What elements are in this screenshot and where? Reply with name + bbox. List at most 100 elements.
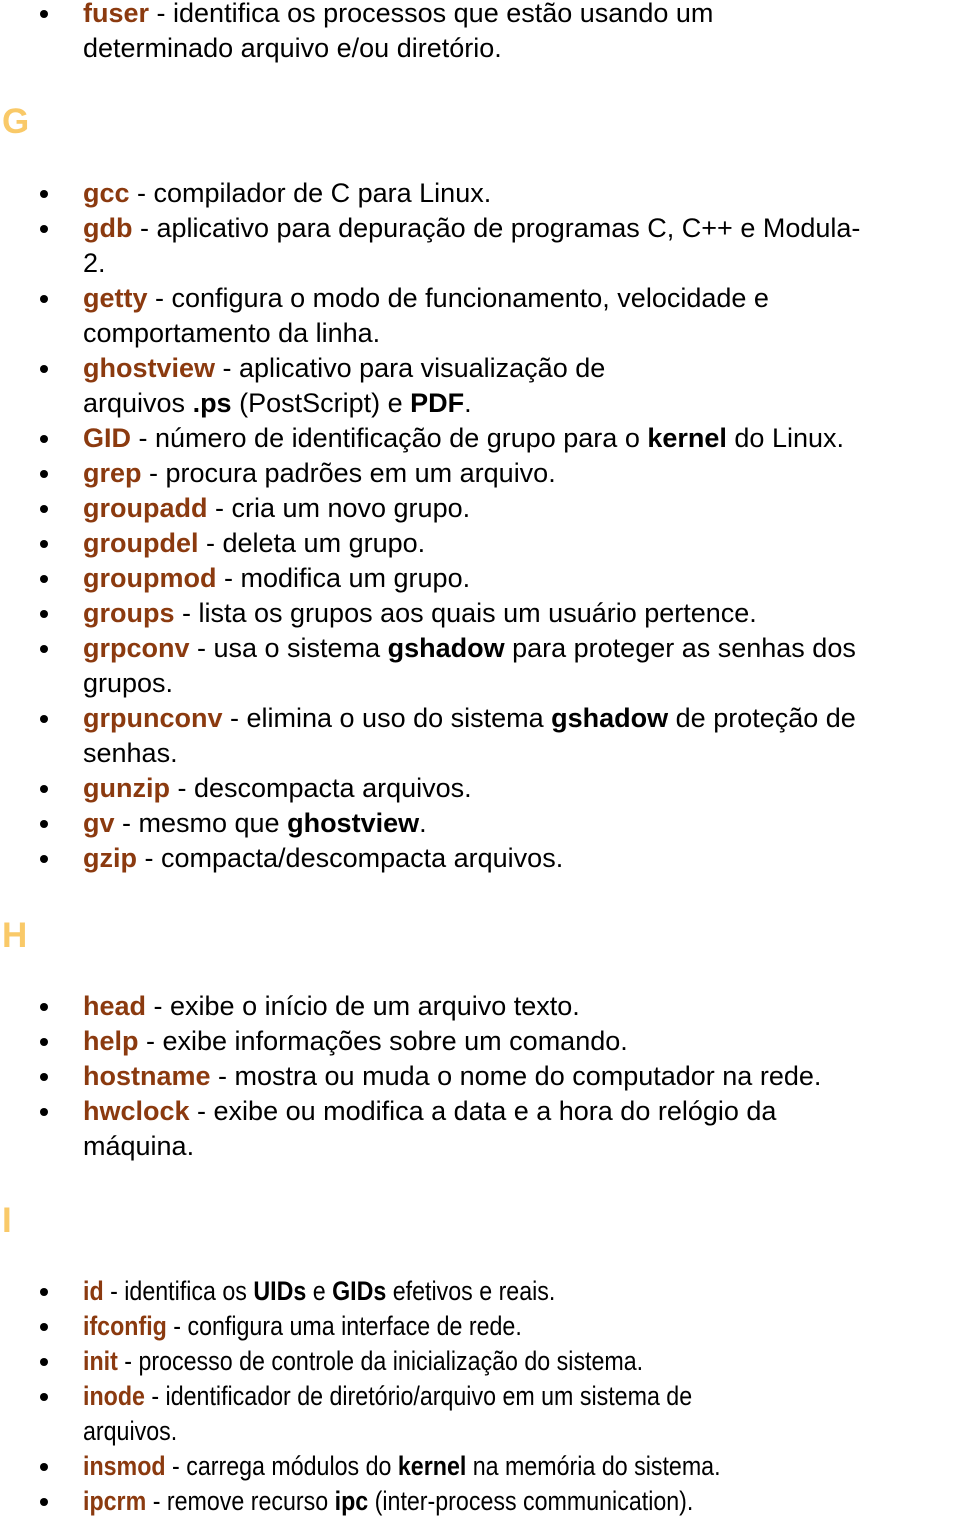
description: - descompacta arquivos. xyxy=(169,773,472,803)
bullet-icon xyxy=(40,225,48,233)
description: efetivos e reais. xyxy=(386,1276,556,1306)
term: groupmod xyxy=(83,563,217,593)
term: hwclock xyxy=(83,1096,190,1126)
description: - deleta um grupo. xyxy=(198,528,426,558)
description-cont: (PostScript) e xyxy=(231,388,411,418)
section-h-list: head - exibe o início de um arquivo text… xyxy=(0,989,960,1164)
bullet-icon xyxy=(40,575,48,583)
term: hostname xyxy=(83,1061,211,1091)
list-item: groupmod - modifica um grupo. xyxy=(0,561,960,596)
term: grpconv xyxy=(83,633,190,663)
bullet-icon xyxy=(40,540,48,548)
bold-term: ipc xyxy=(334,1486,369,1516)
term: help xyxy=(83,1026,139,1056)
bullet-icon xyxy=(40,1108,48,1116)
description: - processo de controle da inicialização … xyxy=(117,1346,644,1376)
list-item: insmod - carrega módulos do kernel na me… xyxy=(0,1449,960,1484)
description: para proteger as senhas dos xyxy=(504,633,856,663)
list-item: groups - lista os grupos aos quais um us… xyxy=(0,596,960,631)
list-item: GID - número de identificação de grupo p… xyxy=(0,421,960,456)
bullet-icon xyxy=(40,1498,48,1506)
description: - configura uma interface de rede. xyxy=(166,1311,522,1341)
list-item: init - processo de controle da inicializ… xyxy=(0,1344,960,1379)
list-item: getty - configura o modo de funcionament… xyxy=(0,281,960,351)
section-i-list: id - identifica os UIDs e GIDs efetivos … xyxy=(0,1274,960,1519)
term: gcc xyxy=(83,178,130,208)
intro-list: fuser - identifica os processos que estã… xyxy=(0,0,960,66)
list-item: ipcrm - remove recurso ipc (inter-proces… xyxy=(0,1484,960,1519)
section-heading-h: H xyxy=(2,916,28,955)
section-heading-g: G xyxy=(2,102,30,141)
term: gv xyxy=(83,808,115,838)
bold-term: ghostview xyxy=(287,808,420,838)
bullet-icon xyxy=(40,1393,48,1401)
term: groups xyxy=(83,598,175,628)
bullet-icon xyxy=(40,10,48,18)
term: getty xyxy=(83,283,148,313)
bullet-icon xyxy=(40,1323,48,1331)
description-cont: máquina. xyxy=(83,1131,195,1161)
term: head xyxy=(83,991,147,1021)
list-item: help - exibe informações sobre um comand… xyxy=(0,1024,960,1059)
list-item: ghostview - aplicativo para visualização… xyxy=(0,351,960,421)
description: - carrega módulos do xyxy=(165,1451,398,1481)
description: - elimina o uso do sistema xyxy=(222,703,552,733)
bullet-icon xyxy=(40,645,48,653)
description: - exibe o início de um arquivo texto. xyxy=(146,991,580,1021)
bold-term: PDF xyxy=(410,388,465,418)
bold-term: kernel xyxy=(647,423,727,453)
bullet-icon xyxy=(40,1288,48,1296)
list-item: gunzip - descompacta arquivos. xyxy=(0,771,960,806)
description-cont: determinado arquivo e/ou diretório. xyxy=(83,33,502,63)
term: inode xyxy=(83,1381,145,1411)
bullet-icon xyxy=(40,610,48,618)
description: - aplicativo para visualização de xyxy=(215,353,606,383)
description: - exibe informações sobre um comando. xyxy=(138,1026,628,1056)
bold-term: .ps xyxy=(192,388,232,418)
description-cont: arquivos xyxy=(83,388,193,418)
term: gdb xyxy=(83,213,133,243)
description: - mostra ou muda o nome do computador na… xyxy=(210,1061,822,1091)
bold-term: kernel xyxy=(397,1451,467,1481)
bullet-icon xyxy=(40,1463,48,1471)
description-cont: 2. xyxy=(83,248,106,278)
bold-term: gshadow xyxy=(387,633,505,663)
term: gzip xyxy=(83,843,137,873)
term: gunzip xyxy=(83,773,170,803)
term: init xyxy=(83,1346,118,1376)
description: - compacta/descompacta arquivos. xyxy=(137,843,564,873)
description: de proteção de xyxy=(668,703,856,733)
bold-term: GIDs xyxy=(332,1276,387,1306)
description: e xyxy=(306,1276,333,1306)
description: - usa o sistema xyxy=(189,633,388,663)
list-item: groupdel - deleta um grupo. xyxy=(0,526,960,561)
description-cont: senhas. xyxy=(83,738,178,768)
description: na memória do sistema. xyxy=(466,1451,721,1481)
section-g-list: gcc - compilador de C para Linux. gdb - … xyxy=(0,176,960,876)
term: id xyxy=(83,1276,104,1306)
bullet-icon xyxy=(40,1003,48,1011)
term: insmod xyxy=(83,1451,166,1481)
description: - procura padrões em um arquivo. xyxy=(141,458,556,488)
description: - modifica um grupo. xyxy=(216,563,471,593)
description-cont: arquivos. xyxy=(83,1416,178,1446)
list-item: gzip - compacta/descompacta arquivos. xyxy=(0,841,960,876)
description: - remove recurso xyxy=(146,1486,335,1516)
bullet-icon xyxy=(40,820,48,828)
bullet-icon xyxy=(40,1038,48,1046)
term: groupadd xyxy=(83,493,208,523)
bold-term: gshadow xyxy=(551,703,669,733)
description: - identificador de diretório/arquivo em … xyxy=(144,1381,693,1411)
list-item: head - exibe o início de um arquivo text… xyxy=(0,989,960,1024)
bullet-icon xyxy=(40,1358,48,1366)
bullet-icon xyxy=(40,855,48,863)
section-heading-i: I xyxy=(2,1201,12,1240)
bold-term: UIDs xyxy=(253,1276,307,1306)
term: ipcrm xyxy=(83,1486,147,1516)
list-item: id - identifica os UIDs e GIDs efetivos … xyxy=(0,1274,960,1309)
description: - compilador de C para Linux. xyxy=(129,178,492,208)
description: - lista os grupos aos quais um usuário p… xyxy=(174,598,757,628)
bullet-icon xyxy=(40,470,48,478)
bullet-icon xyxy=(40,435,48,443)
list-item: inode - identificador de diretório/arqui… xyxy=(0,1379,960,1449)
